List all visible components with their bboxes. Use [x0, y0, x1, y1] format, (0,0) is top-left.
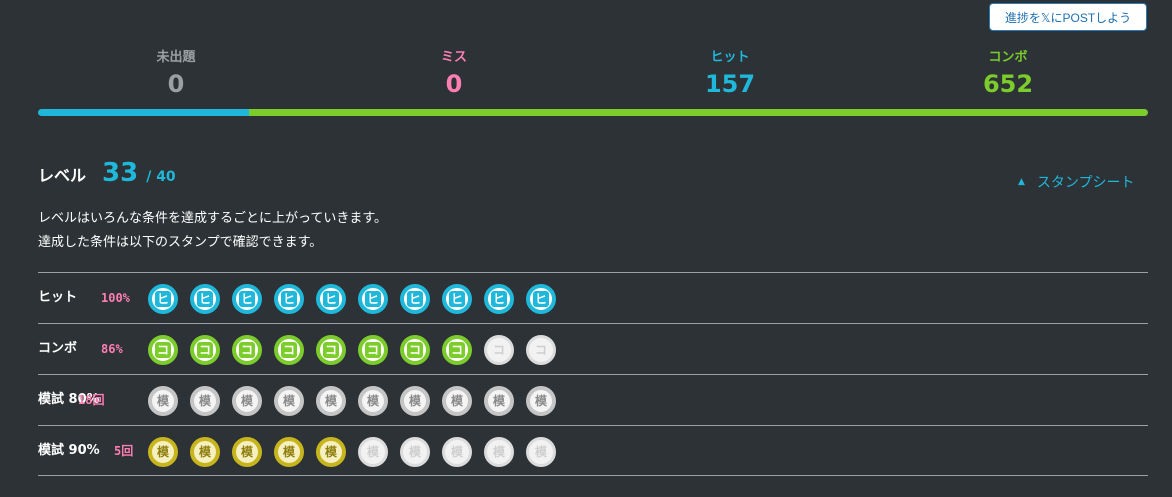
stamp-row-name: 模試 90% [38, 443, 100, 458]
stat-value: 0 [445, 70, 463, 98]
stamp-earned-icon: ヒ [484, 284, 514, 314]
stamp-earned-icon: ヒ [232, 284, 262, 314]
stat-item: コンボ 652 [908, 49, 1108, 99]
stamp-earned-icon: 模 [232, 386, 262, 416]
stamp-empty-icon: 模 [526, 437, 556, 467]
level-description: レベルはいろんな条件を達成するごとに上がっていきます。 達成した条件は以下のスタ… [38, 207, 387, 255]
progress-bar [38, 109, 1148, 116]
stamp-earned-icon: コ [274, 335, 304, 365]
level-max: / 40 [146, 169, 176, 185]
stamp-row-name: コンボ [38, 341, 78, 356]
stat-value: 0 [167, 70, 185, 98]
level-label: レベル [38, 166, 87, 185]
stamp-earned-icon: 模 [148, 437, 178, 467]
stamp-earned-icon: 模 [316, 437, 346, 467]
stamp-empty-icon: 模 [484, 437, 514, 467]
stat-label: ミス [440, 50, 467, 65]
stat-value: 652 [982, 70, 1034, 98]
stamp-earned-icon: ヒ [400, 284, 430, 314]
description-line: 達成した条件は以下のスタンプで確認できます。 [38, 235, 323, 250]
stamp-sheet-toggle[interactable]: ▲ スタンプシート [1018, 172, 1135, 192]
stamp-earned-icon: ヒ [526, 284, 556, 314]
level-display: レベル 33 / 40 [38, 158, 176, 194]
stamp-earned-icon: ヒ [148, 284, 178, 314]
post-to-x-button[interactable]: 進捗を𝕏にPOSTしよう [989, 3, 1147, 31]
stamp-earned-icon: ヒ [442, 284, 472, 314]
stamp-earned-icon: 模 [148, 386, 178, 416]
stamp-earned-icon: 模 [274, 437, 304, 467]
description-line: レベルはいろんな条件を達成するごとに上がっていきます。 [38, 211, 388, 226]
stamp-earned-icon: コ [232, 335, 262, 365]
stat-item: ヒット 157 [630, 49, 830, 99]
stamp-earned-icon: 模 [190, 437, 220, 467]
stamp-list: 模模模模模模模模模模 [148, 437, 556, 467]
stamp-row: コンボ 86% ココココココココココ [38, 323, 1148, 374]
stamp-earned-icon: コ [190, 335, 220, 365]
stamp-earned-icon: 模 [526, 386, 556, 416]
stat-item: ミス 0 [354, 49, 554, 99]
stamp-list: ココココココココココ [148, 335, 556, 365]
stamp-earned-icon: コ [400, 335, 430, 365]
stamp-row-rate: 5回 [114, 444, 134, 458]
stamp-earned-icon: コ [316, 335, 346, 365]
stats-summary: 未出題 0 ミス 0 ヒット 157 コンボ 652 [38, 49, 1148, 105]
stamp-earned-icon: 模 [232, 437, 262, 467]
stamp-row: ヒット 100% ヒヒヒヒヒヒヒヒヒヒ [38, 272, 1148, 323]
stamp-empty-icon: 模 [442, 437, 472, 467]
stamp-row-rate: 100% [101, 291, 130, 305]
stamp-earned-icon: ヒ [190, 284, 220, 314]
stamp-earned-icon: 模 [190, 386, 220, 416]
stamp-empty-icon: コ [484, 335, 514, 365]
stat-value: 157 [704, 70, 756, 98]
stamp-row: 模試 90% 5回模模模模模模模模模模 [38, 425, 1148, 476]
stamp-earned-icon: 模 [442, 386, 472, 416]
level-current: 33 [102, 158, 139, 188]
stamp-earned-icon: 模 [274, 386, 304, 416]
stamp-list: ヒヒヒヒヒヒヒヒヒヒ [148, 284, 556, 314]
stamp-earned-icon: コ [148, 335, 178, 365]
stamp-empty-icon: 模 [358, 437, 388, 467]
stamp-earned-icon: ヒ [316, 284, 346, 314]
stamp-row-rate: 86% [101, 342, 123, 356]
stamp-earned-icon: コ [358, 335, 388, 365]
stat-label: コンボ [988, 50, 1028, 65]
triangle-up-icon: ▲ [1018, 177, 1025, 187]
stamp-row: 模試 80% 18回模模模模模模模模模模 [38, 374, 1148, 425]
stat-label: 未出題 [156, 50, 196, 65]
stat-label: ヒット [710, 50, 750, 65]
stamp-earned-icon: コ [442, 335, 472, 365]
progress-segment-combo [248, 109, 1148, 116]
stamp-list: 模模模模模模模模模模 [148, 386, 556, 416]
stamp-empty-icon: コ [526, 335, 556, 365]
stat-item: 未出題 0 [76, 49, 276, 99]
stamp-row-rate: 18回 [78, 393, 105, 407]
stamp-empty-icon: 模 [400, 437, 430, 467]
progress-segment-hit [38, 109, 249, 116]
stamp-earned-icon: ヒ [358, 284, 388, 314]
stamp-earned-icon: 模 [400, 386, 430, 416]
stamp-table: ヒット 100% ヒヒヒヒヒヒヒヒヒヒコンボ 86% ココココココココココ模試 80% 1… [38, 272, 1148, 476]
stamp-row-name: ヒット [38, 290, 78, 305]
stamp-earned-icon: 模 [316, 386, 346, 416]
stamp-earned-icon: 模 [358, 386, 388, 416]
stamp-earned-icon: ヒ [274, 284, 304, 314]
stamp-earned-icon: 模 [484, 386, 514, 416]
stamp-sheet-label: スタンプシート [1036, 175, 1135, 191]
